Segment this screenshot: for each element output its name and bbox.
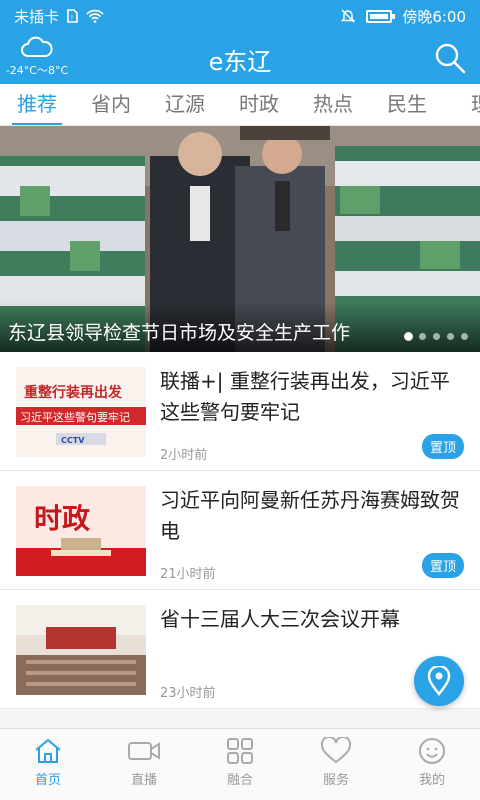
battery-icon bbox=[366, 9, 396, 23]
nav-home-label: 首页 bbox=[34, 773, 61, 788]
app-header: -24°C～8°C e东辽 bbox=[0, 32, 480, 84]
clock-text: 傍晚6:00 bbox=[402, 7, 466, 26]
nav-mine[interactable]: 我的 bbox=[384, 729, 480, 800]
nav-home[interactable]: 首页 bbox=[0, 729, 96, 800]
location-pin-icon bbox=[427, 666, 451, 696]
carousel-dot[interactable] bbox=[461, 333, 468, 340]
carousel-dot[interactable] bbox=[405, 333, 412, 340]
news-list: 重整行装再出发 习近平这些警句要牢记 CCTV 联播+| 重整行装再出发，习近平… bbox=[0, 352, 480, 709]
news-time: 23小时前 bbox=[160, 686, 216, 701]
banner-carousel[interactable]: 东辽县领导检查节日市场及安全生产工作 bbox=[0, 126, 480, 352]
video-camera-icon bbox=[128, 742, 160, 760]
carousel-dot[interactable] bbox=[433, 333, 440, 340]
tab-recommend[interactable]: 推荐 bbox=[0, 84, 74, 125]
banner-caption: 东辽县领导检查节日市场及安全生产工作 bbox=[0, 302, 480, 352]
search-icon[interactable] bbox=[434, 42, 466, 74]
location-fab[interactable] bbox=[414, 656, 464, 706]
pinned-badge: 置顶 bbox=[421, 553, 464, 578]
nav-fusion-label: 融合 bbox=[226, 773, 253, 788]
tab-hot[interactable]: 热点 bbox=[296, 84, 370, 125]
news-item[interactable]: 重整行装再出发 习近平这些警句要牢记 CCTV 联播+| 重整行装再出发，习近平… bbox=[0, 352, 480, 471]
news-thumbnail: 时政 bbox=[16, 486, 146, 576]
sim-icon: ! bbox=[67, 9, 78, 23]
nav-live-label: 直播 bbox=[130, 773, 157, 788]
mute-bell-icon bbox=[341, 9, 356, 23]
news-thumbnail: 重整行装再出发 习近平这些警句要牢记 CCTV bbox=[16, 367, 146, 457]
carousel-dot[interactable] bbox=[419, 333, 426, 340]
nav-service[interactable]: 服务 bbox=[288, 729, 384, 800]
grid-icon bbox=[227, 738, 253, 764]
tab-more[interactable]: 理 bbox=[444, 84, 480, 125]
nav-live[interactable]: 直播 bbox=[96, 729, 192, 800]
nav-service-label: 服务 bbox=[322, 773, 349, 788]
news-time: 21小时前 bbox=[160, 567, 216, 582]
home-icon bbox=[35, 738, 61, 763]
heart-icon bbox=[320, 737, 352, 764]
tab-province[interactable]: 省内 bbox=[74, 84, 148, 125]
pinned-badge: 置顶 bbox=[421, 434, 464, 459]
tab-livelihood[interactable]: 民生 bbox=[370, 84, 444, 125]
thumb-headline: 重整行装再出发 bbox=[24, 384, 123, 401]
carousel-dot[interactable] bbox=[447, 333, 454, 340]
news-time: 2小时前 bbox=[160, 448, 208, 463]
thumb-subtitle: 习近平这些警句要牢记 bbox=[20, 410, 130, 424]
svg-text:!: ! bbox=[71, 14, 74, 22]
tab-politics[interactable]: 时政 bbox=[222, 84, 296, 125]
thumb-headline: 时政 bbox=[34, 502, 90, 535]
news-title: 省十三届人大三次会议开幕 bbox=[160, 607, 400, 631]
thumb-logo: CCTV bbox=[61, 436, 85, 445]
wifi-icon bbox=[86, 9, 104, 23]
carrier-text: 未插卡 bbox=[14, 7, 60, 26]
news-title: 联播+| 重整行装再出发，习近平这些警句要牢记 bbox=[160, 369, 450, 424]
smiley-face-icon bbox=[419, 738, 445, 764]
news-item[interactable]: 时政 习近平向阿曼新任苏丹海赛姆致贺电 21小时前 置顶 bbox=[0, 471, 480, 590]
status-bar: 未插卡 ! 傍晚6:00 bbox=[0, 0, 480, 32]
bottom-navigation: 首页 直播 融合 服务 我的 bbox=[0, 728, 480, 800]
tab-liaoyuan[interactable]: 辽源 bbox=[148, 84, 222, 125]
nav-mine-label: 我的 bbox=[418, 773, 445, 788]
news-item[interactable]: 省十三届人大三次会议开幕 23小时前 bbox=[0, 590, 480, 709]
category-tabs: 推荐 省内 辽源 时政 热点 民生 理 bbox=[0, 84, 480, 126]
app-title: e东辽 bbox=[208, 48, 272, 76]
carousel-indicator bbox=[405, 333, 468, 340]
news-title: 习近平向阿曼新任苏丹海赛姆致贺电 bbox=[160, 488, 460, 543]
nav-fusion[interactable]: 融合 bbox=[192, 729, 288, 800]
news-thumbnail bbox=[16, 605, 146, 695]
